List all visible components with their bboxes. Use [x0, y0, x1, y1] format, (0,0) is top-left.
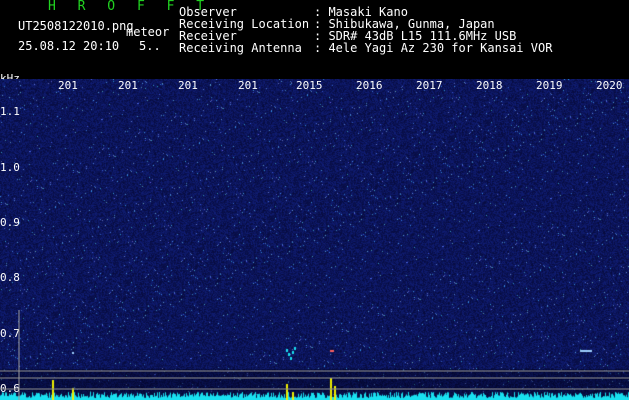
time-label: 2015: [296, 79, 323, 92]
header-panel: H R O F F T UT2508122010.png meteor 25.0…: [0, 0, 629, 85]
time-label: 201: [58, 79, 78, 92]
time-label: 201: [118, 79, 138, 92]
time-label: 201: [178, 79, 198, 92]
mode-label: meteor: [126, 25, 170, 39]
time-label: 2016: [356, 79, 383, 92]
time-label: 201: [238, 79, 258, 92]
time-label: 2018: [476, 79, 503, 92]
y-tick-label: 1.1: [0, 105, 20, 119]
y-tick-label: 0.8: [0, 271, 20, 285]
y-tick-label: 1.0: [0, 160, 20, 174]
spectrogram-canvas: [0, 79, 629, 400]
y-tick-label: 0.9: [0, 215, 20, 229]
time-label: 2020: [596, 79, 623, 92]
y-tick-label: 0.7: [0, 326, 20, 340]
date-time-extra: 5..: [139, 39, 161, 53]
file-name: UT2508122010.png: [18, 19, 134, 33]
time-label: 2017: [416, 79, 443, 92]
antenna-value: : 4ele Yagi Az 230 for Kansai VOR: [314, 41, 553, 55]
y-tick-label: 0.6: [0, 381, 20, 395]
date-time: 25.08.12 20:10: [18, 39, 120, 53]
time-label: 2019: [536, 79, 563, 92]
antenna-label: Receiving Antenna: [179, 41, 302, 55]
